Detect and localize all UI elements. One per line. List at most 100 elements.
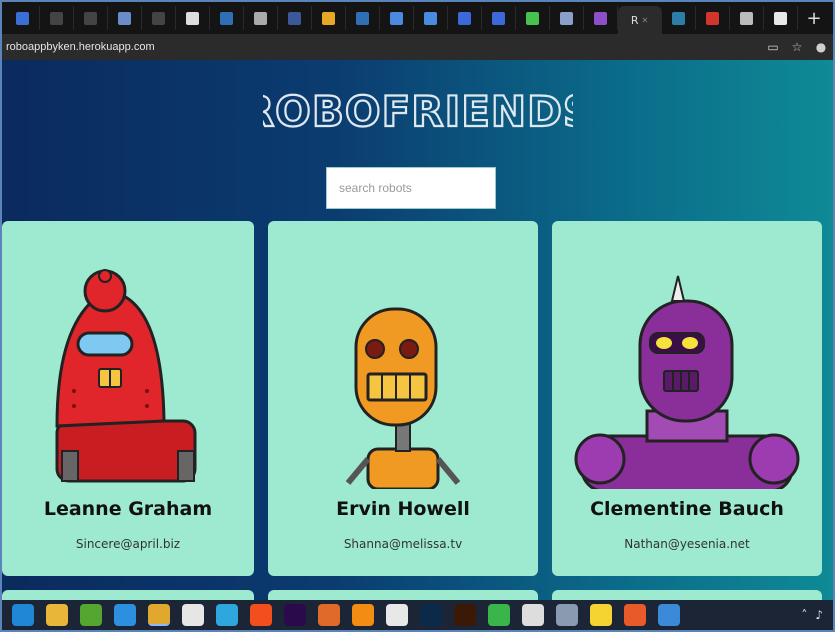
vlc-icon[interactable]	[352, 604, 374, 626]
browser-tab[interactable]	[74, 6, 108, 30]
robot-email: Shanna@melissa.tv	[343, 537, 463, 551]
browser-tab[interactable]	[312, 6, 346, 30]
itunes-icon[interactable]	[386, 604, 408, 626]
browser-tab-active[interactable]: R ✕	[618, 6, 662, 34]
mail-icon[interactable]	[182, 604, 204, 626]
facebook-favicon-icon	[288, 11, 301, 25]
filter-favicon-icon	[424, 11, 437, 25]
circle-favicon-icon	[458, 11, 471, 25]
windows-taskbar: ˄ ♪	[2, 600, 833, 630]
circle-favicon-icon	[492, 11, 505, 25]
robot-card[interactable]: Ervin Howell Shanna@melissa.tv	[268, 221, 538, 576]
globe-favicon-icon	[672, 11, 685, 25]
apple-favicon-icon	[254, 11, 267, 25]
robot-email: Nathan@yesenia.net	[624, 537, 750, 551]
browser-tab[interactable]	[278, 6, 312, 30]
browser-tab[interactable]	[346, 6, 380, 30]
browser-tab[interactable]	[730, 6, 764, 30]
browser-tab[interactable]	[142, 6, 176, 30]
basketball-icon[interactable]	[318, 604, 340, 626]
browser-tab[interactable]	[550, 6, 584, 30]
robot-name: Ervin Howell	[336, 498, 470, 520]
grid-favicon-icon	[740, 11, 753, 25]
chrome-favicon-icon	[774, 11, 787, 25]
search-box	[326, 167, 496, 209]
address-bar: roboappbyken.herokuapp.com ▭ ☆ ●	[2, 34, 833, 60]
refresh-favicon-icon	[16, 11, 29, 25]
close-tab-icon[interactable]: ✕	[641, 16, 648, 25]
robot-card[interactable]: Leanne Graham Sincere@april.biz	[2, 221, 254, 576]
next-row-card-peek	[268, 590, 538, 600]
next-row-card-peek	[552, 590, 822, 600]
blank-favicon-icon	[50, 11, 63, 25]
browser-tab[interactable]	[380, 6, 414, 30]
page-title-text: ROBOFRIENDS	[263, 87, 573, 136]
yellow-favicon-icon	[322, 11, 335, 25]
robot-image-purple	[574, 275, 800, 489]
browser-tab[interactable]	[448, 6, 482, 30]
illustrator-icon[interactable]	[454, 604, 476, 626]
browser-tab-strip: R ✕ +	[2, 2, 833, 34]
file-explorer-icon[interactable]	[46, 604, 68, 626]
blank-favicon-icon	[84, 11, 97, 25]
browser-tab[interactable]	[662, 6, 696, 30]
telegram-icon[interactable]	[216, 604, 238, 626]
robofriends-page: ROBOFRIENDS Leanne Graham Sincere@	[2, 60, 833, 600]
system-tray: ˄ ♪	[801, 608, 833, 622]
screenshot-frame: R✕ + roboappbyken.herokuapp.com ▭ ☆ ● ROB…	[0, 0, 835, 632]
browser-tab[interactable]	[764, 6, 798, 30]
utorrent-icon[interactable]	[80, 604, 102, 626]
edge-icon[interactable]	[12, 604, 34, 626]
browser-tab[interactable]	[244, 6, 278, 30]
browser-tab[interactable]	[516, 6, 550, 30]
codepen-favicon-icon	[220, 11, 233, 25]
tray-expand-icon[interactable]: ˄	[801, 608, 807, 622]
robot-email: Sincere@april.biz	[75, 537, 181, 551]
figma-icon[interactable]	[250, 604, 272, 626]
new-tab-button[interactable]: +	[802, 8, 826, 29]
drive-icon[interactable]	[556, 604, 578, 626]
volume-icon[interactable]: ♪	[815, 608, 823, 622]
next-row-card-peek	[2, 590, 254, 600]
blank-favicon-icon	[152, 11, 165, 25]
github-favicon-icon	[186, 11, 199, 25]
robot-image-red	[55, 269, 197, 483]
robot-name: Leanne Graham	[43, 498, 213, 520]
browser-tab[interactable]	[482, 6, 516, 30]
active-tab-label: R	[630, 13, 639, 27]
app-favicon-icon	[118, 11, 131, 25]
robot-card[interactable]: Clementine Bauch Nathan@yesenia.net	[552, 221, 822, 576]
chrome-icon[interactable]	[148, 604, 170, 626]
cast-icon[interactable]: ▭	[761, 40, 785, 54]
browser-tab[interactable]	[176, 6, 210, 30]
codepen-favicon-icon	[356, 11, 369, 25]
globe-icon[interactable]	[658, 604, 680, 626]
green-dot-favicon-icon	[526, 11, 539, 25]
browser-tab[interactable]	[210, 6, 244, 30]
sticky-notes-icon[interactable]	[590, 604, 612, 626]
upload-icon[interactable]	[624, 604, 646, 626]
browser-tab[interactable]	[108, 6, 142, 30]
browser-tab[interactable]	[696, 6, 730, 30]
premiere-icon[interactable]	[284, 604, 306, 626]
photoshop-icon[interactable]	[420, 604, 442, 626]
profile-icon[interactable]: ●	[809, 40, 833, 54]
url-field[interactable]: roboappbyken.herokuapp.com	[2, 41, 761, 53]
link-favicon-icon	[560, 11, 573, 25]
robot-name: Clementine Bauch	[590, 498, 784, 520]
page-title: ROBOFRIENDS	[2, 84, 833, 136]
green-ring-icon[interactable]	[488, 604, 510, 626]
vscode-icon[interactable]	[114, 604, 136, 626]
obs-icon[interactable]	[522, 604, 544, 626]
red-favicon-icon	[706, 11, 719, 25]
page-title-logo: ROBOFRIENDS	[263, 86, 573, 136]
bookmark-star-icon[interactable]: ☆	[785, 40, 809, 54]
robot-image-orange	[345, 307, 461, 489]
filter-favicon-icon	[390, 11, 403, 25]
browser-tab[interactable]	[414, 6, 448, 30]
browser-tab[interactable]	[6, 6, 40, 30]
browser-tab[interactable]	[40, 6, 74, 30]
search-input[interactable]	[339, 181, 489, 195]
purple-favicon-icon	[594, 11, 607, 25]
browser-tab[interactable]	[584, 6, 618, 30]
